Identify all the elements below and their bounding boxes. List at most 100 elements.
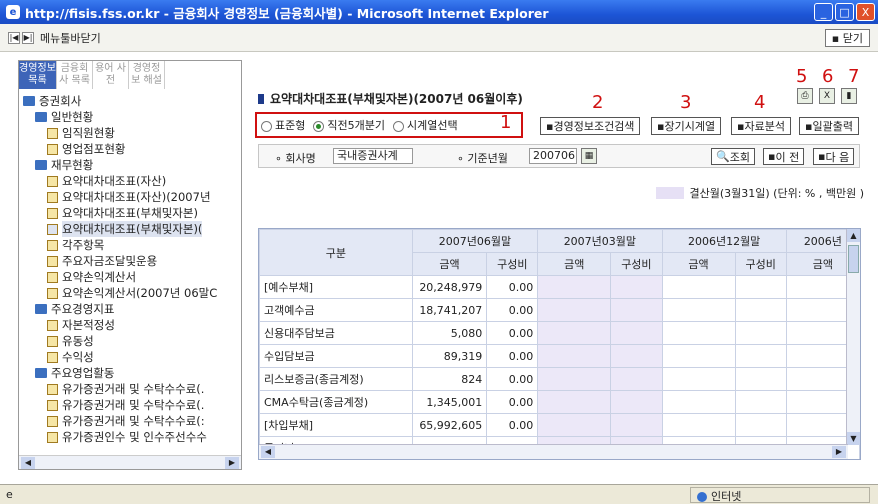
condition-search-button[interactable]: ▪ 경영정보조건검색 [540, 117, 641, 135]
data-table: 구분 2007년06월말 2007년03월말 2006년12월말 2006년 금… [259, 229, 860, 459]
menu-tree: 증권회사 일반현황 임직원현황 영업점포현황 재무현황 요약대차대조표(자산) 요약대차대조… [19, 91, 241, 447]
data-analysis-button[interactable]: ▪ 자료분석 [731, 117, 791, 135]
tree-item[interactable]: 유동성 [23, 333, 237, 349]
query-button[interactable]: 🔍 조회 [711, 148, 755, 165]
sidebar-tabs: 경영정보 목록 금융회사 목록 용어 사전 경영정보 해설 [19, 61, 241, 91]
tree-item[interactable]: 주요자금조달및운용 [23, 253, 237, 269]
folder-icon [35, 112, 47, 122]
zone-label: 인터넷 [711, 490, 742, 503]
tree-item[interactable]: 주요영업활동 [23, 365, 237, 381]
document-icon [47, 207, 58, 219]
radio-circle[interactable] [392, 120, 404, 132]
next-button[interactable]: ▪ 다 음 [813, 148, 855, 165]
document-icon [47, 383, 58, 395]
scroll-up-icon[interactable]: ▲ [847, 229, 860, 242]
empty-cell [610, 390, 663, 414]
table-row: [예수부채] 20,248,979 0.00 [259, 275, 860, 299]
month-input[interactable]: 200706 [529, 148, 577, 164]
tree-item[interactable]: 수익성 [23, 349, 237, 365]
tree-item[interactable]: 자본적정성 [23, 317, 237, 333]
tree-item-label: 유동성 [62, 334, 94, 348]
marker-7: 7 [848, 66, 860, 87]
tree-item[interactable]: 요약손익계산서(2007년 06말C [23, 285, 237, 301]
tree-item[interactable]: 각주항목 [23, 237, 237, 253]
tree-item-label: 요약손익계산서 [62, 270, 137, 284]
search-bar: ∘ 회사명 국내증권사계 ∘ 기준년월 200706 ▦ 🔍 조회 ▪ 이 전 ▪ 다… [258, 144, 860, 168]
radio-circle[interactable] [261, 120, 272, 132]
minimize-button[interactable]: _ [814, 3, 833, 21]
radio-standard[interactable]: 표준형 [261, 117, 305, 133]
scroll-left-icon[interactable]: ◀ [261, 446, 275, 458]
tree-item[interactable]: 주요경영지표 [23, 301, 237, 317]
scroll-thumb[interactable] [848, 245, 859, 273]
tree-item-label: 주요영업활동 [51, 366, 115, 380]
menu-toolbar: |◀ ▶| 메뉴툴바닫기 [0, 24, 878, 52]
radio-time-series[interactable]: 시계열선택 [392, 117, 458, 133]
prev-button[interactable]: ▪ 이 전 [763, 148, 805, 165]
grid-horizontal-scrollbar[interactable]: ◀ ▶ [259, 444, 848, 459]
marker-4: 4 [754, 92, 766, 113]
tree-item[interactable]: 유가증권인수 및 인수주선수수 [23, 429, 237, 445]
tree-item-label: 자본적정성 [62, 318, 115, 332]
empty-cell [734, 298, 787, 322]
tab-management-info[interactable]: 경영정보 목록 [19, 61, 57, 89]
tree-item[interactable]: 유가증권거래 및 수탁수수료(: [23, 413, 237, 429]
empty-cell [661, 413, 736, 437]
table-row: 신용대주담보금 5,080 0.00 [259, 321, 860, 345]
page-icon: e [6, 488, 13, 501]
empty-cell [537, 321, 612, 345]
grid-vertical-scrollbar[interactable]: ▲ ▼ [846, 229, 860, 445]
close-button[interactable]: ▪ 닫기 [824, 29, 870, 47]
page-title: 요약대차대조표(부채및자본)(2007년 06월이후) [258, 90, 523, 107]
tree-item[interactable]: 요약대차대조표(자산)(2007년 [23, 189, 237, 205]
maximize-button[interactable]: □ [835, 3, 854, 21]
tree-item[interactable]: 증권회사 [23, 93, 237, 109]
scroll-down-icon[interactable]: ▼ [847, 432, 860, 445]
company-input[interactable]: 국내증권사계 [333, 148, 413, 164]
row-label: [예수부채] [259, 275, 413, 299]
empty-cell [734, 344, 787, 368]
tab-commentary[interactable]: 경영정보 해설 [129, 61, 165, 89]
calendar-icon[interactable]: ▦ [581, 148, 597, 164]
marker-5: 5 [796, 66, 808, 87]
table-row: [차입부채] 65,992,605 0.00 [259, 413, 860, 437]
excel-icon[interactable]: X [819, 88, 835, 104]
tree-item[interactable]: 재무현황 [23, 157, 237, 173]
printer-icon[interactable]: ⎙ [797, 88, 813, 104]
scroll-right-icon[interactable]: ▶ [225, 457, 239, 469]
tree-item[interactable]: 요약대차대조표(자산) [23, 173, 237, 189]
scroll-left-icon[interactable]: ◀ [21, 457, 35, 469]
tree-item-label: 증권회사 [39, 94, 82, 108]
tree-item[interactable]: 영업점포현황 [23, 141, 237, 157]
batch-print-button[interactable]: ▪ 일괄출력 [799, 117, 859, 135]
sidebar-scrollbar[interactable]: ◀ ▶ [19, 455, 241, 469]
tree-item[interactable]: 유가증권거래 및 수탁수수료(. [23, 381, 237, 397]
tree-item-label: 일반현황 [51, 110, 94, 124]
tree-item[interactable]: 요약손익계산서 [23, 269, 237, 285]
tree-item-label: 주요자금조달및운용 [62, 254, 158, 268]
tree-item[interactable]: 요약대차대조표(부채및자본)( [23, 221, 237, 237]
document-icon [47, 191, 58, 203]
tab-company-list[interactable]: 금융회사 목록 [57, 61, 93, 89]
tree-item[interactable]: 임직원현황 [23, 125, 237, 141]
close-window-button[interactable]: X [856, 3, 875, 21]
forward-icon[interactable]: ▶| [22, 31, 34, 44]
tree-item[interactable]: 유가증권거래 및 수탁수수료(. [23, 397, 237, 413]
back-icon[interactable]: |◀ [8, 31, 20, 44]
tab-glossary[interactable]: 용어 사전 [93, 61, 129, 89]
empty-cell [734, 413, 787, 437]
empty-cell [734, 321, 787, 345]
scroll-right-icon[interactable]: ▶ [832, 446, 846, 458]
document-icon [47, 175, 58, 187]
tree-item[interactable]: 요약대차대조표(부채및자본) [23, 205, 237, 221]
radio-last-5-quarters[interactable]: 직전5개분기 [313, 117, 385, 133]
ratio-cell: 0.00 [486, 344, 539, 368]
ratio-cell: 0.00 [486, 298, 539, 322]
chart-icon[interactable]: ▮ [841, 88, 857, 104]
empty-cell [610, 344, 663, 368]
long-term-series-button[interactable]: ▪ 장기시계열 [651, 117, 722, 135]
tree-item-label: 요약대차대조표(부채및자본) [62, 206, 198, 220]
radio-circle-checked[interactable] [313, 120, 325, 132]
tree-item[interactable]: 일반현황 [23, 109, 237, 125]
hide-menu-label[interactable]: 메뉴툴바닫기 [40, 30, 101, 46]
